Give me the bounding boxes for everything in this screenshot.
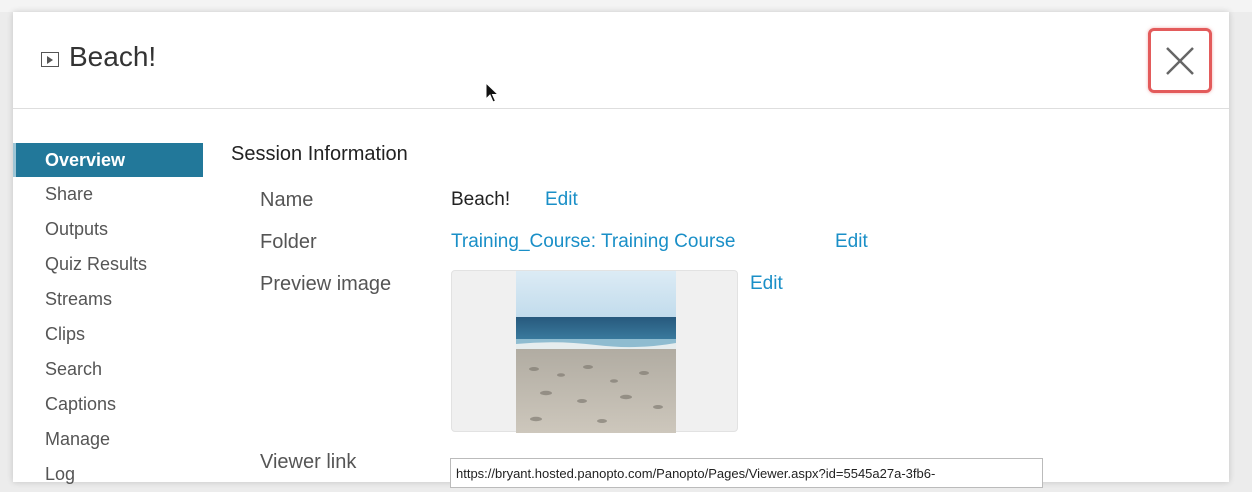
sidebar-item-share[interactable]: Share — [13, 177, 203, 212]
beach-preview-image — [516, 271, 676, 433]
sidebar-item-streams[interactable]: Streams — [13, 282, 203, 317]
sidebar-item-clips[interactable]: Clips — [13, 317, 203, 352]
name-value: Beach! — [451, 189, 511, 210]
edit-preview-image-link[interactable]: Edit — [750, 273, 783, 295]
dialog-header: Beach! — [13, 12, 1229, 109]
sidebar-item-quiz-results[interactable]: Quiz Results — [13, 247, 203, 282]
edit-name-link[interactable]: Edit — [545, 189, 578, 211]
viewer-link-field[interactable] — [450, 458, 1043, 488]
preview-image-label: Preview image — [260, 273, 392, 295]
sidebar-item-outputs[interactable]: Outputs — [13, 212, 203, 247]
sidebar-item-manage[interactable]: Manage — [13, 422, 203, 457]
session-settings-dialog: Beach! Overview Share Outputs Quiz Resul… — [13, 12, 1229, 488]
preview-image-frame — [451, 270, 738, 433]
sidebar-item-captions[interactable]: Captions — [13, 387, 203, 422]
viewer-link-label: Viewer link — [260, 451, 357, 473]
name-label: Name — [260, 189, 314, 211]
mouse-cursor-icon — [485, 82, 500, 103]
page-backdrop — [0, 0, 1252, 12]
close-icon — [1166, 46, 1194, 75]
edit-folder-link[interactable]: Edit — [835, 231, 868, 253]
dialog-title: Beach! — [69, 41, 157, 72]
close-button[interactable] — [1148, 28, 1212, 93]
sidebar-nav: Overview Share Outputs Quiz Results Stre… — [13, 143, 203, 492]
sidebar-item-overview[interactable]: Overview — [13, 143, 203, 177]
play-icon — [41, 52, 59, 67]
folder-label: Folder — [260, 231, 317, 253]
section-title: Session Information — [231, 143, 408, 165]
sidebar-item-search[interactable]: Search — [13, 352, 203, 387]
folder-link[interactable]: Training_Course: Training Course — [451, 231, 735, 253]
